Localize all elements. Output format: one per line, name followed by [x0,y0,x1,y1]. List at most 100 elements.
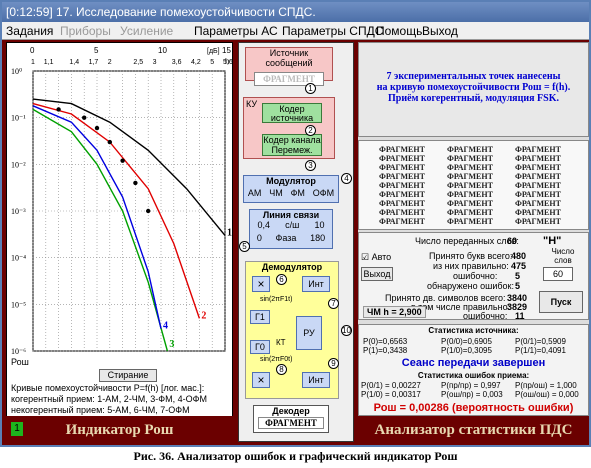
fragment-cell: ФРАГМЕНТ [379,208,425,217]
clear-button[interactable]: Стирание [99,369,157,382]
words-count-select[interactable]: 60 [543,267,573,281]
error-probability-plot: 10⁰ 10⁻¹ 10⁻² 10⁻³ 10⁻⁴ 10⁻⁵ 10⁻⁶ 0 5 10 15 [дБ] 1 1,… [6,42,233,426]
decoder-fragment[interactable]: ФРАГМЕНТ [258,417,324,429]
auto-label: Авто [371,252,392,262]
channel-coder[interactable]: Кодер канала Перемеж. [262,134,322,156]
p0: P(0)=0,6563 [363,337,408,346]
enpr: P(пр/пр) = 0,997 [441,381,501,390]
chart-svg: 10⁰10⁻¹10⁻²10⁻³10⁻⁴10⁻⁵10⁻⁶0 5 10 15[дБ]1 1,… [11,46,233,356]
mod-chm[interactable]: ЧМ [269,188,283,198]
detected: 5 [515,281,521,291]
menu-bar: Задания Приборы Усиление Параметры АС Па… [2,22,589,40]
db-tick-label: 5 [94,46,99,55]
node-1: 1 [305,83,316,94]
db-tick-label: 0 [30,46,35,55]
fragment-cell: ФРАГМЕНТ [379,145,425,154]
menu-as-params[interactable]: Параметры АС [194,22,278,40]
transmission-chain: Источник сообщений ФРАГМЕНТ 1 КУ Кодер и… [238,42,354,442]
h-unit-label: h [225,57,229,66]
gen-g0[interactable]: Г0 [250,340,270,354]
line-title: Линия связи [262,210,320,220]
window-title: [0:12:59] 17. Исследование помехоустойчи… [2,2,589,22]
menu-gain[interactable]: Усиление [120,22,173,40]
y-tick-label: 10⁻² [11,160,26,169]
start-button[interactable]: Пуск [539,291,583,313]
mod-fm[interactable]: ФМ [291,188,305,198]
p00: P(0/0)=0,6905 [441,337,492,346]
fragments-panel: ФРАГМЕНТ ФРАГМЕНТ ФРАГМЕНТ ФРАГМЕНТ ФРАГМЕНТ… [358,140,589,230]
data-point [146,208,151,214]
integrator-2[interactable]: Инт [302,372,330,388]
curve-label-3: 3 [169,339,174,350]
auto-checkbox[interactable]: ☑ Авто [361,252,391,263]
menu-help[interactable]: Помощь [376,22,422,40]
fragment-cell: ФРАГМЕНТ [379,199,425,208]
node-6: 6 [276,274,287,285]
menu-tasks[interactable]: Задания [6,22,53,40]
fragment-cell: ФРАГМЕНТ [447,154,493,163]
words-sent-label: Число переданных слов: [415,236,519,246]
figure-caption: Рис. 36. Анализатор ошибок и графический… [133,449,458,463]
data-point [107,139,113,145]
words-panel: Число переданных слов: 60 "H" Число слов… [358,232,589,321]
fragment-cell: ФРАГМЕНТ [515,190,561,199]
source-stats-title: Статистика источника: [428,326,519,335]
decoder-block: Декодер ФРАГМЕНТ [253,405,329,433]
y-tick-label: 10⁻³ [11,207,26,216]
multiplier-1-icon: × [252,276,270,292]
e01: P(0/1) = 0,00227 [361,381,421,390]
phase-a[interactable]: 0 [257,233,262,243]
demodulator-block: Демодулятор × 6 Инт sin(2πF1t) Г1 Г0 РУ … [245,261,339,399]
p10: P(1/0)=0,3095 [441,346,492,355]
received: 480 [511,251,527,261]
fragment-cell: ФРАГМЕНТ [379,172,425,181]
plot-desc-2: когерентный прием: 1-АМ, 2-ЧМ, 3-ФМ, 4-О… [11,394,207,404]
menu-spds-params[interactable]: Параметры СПДС [282,22,383,40]
db-tick-label: 10 [158,46,167,55]
menu-exit[interactable]: Выход [422,22,458,40]
h-tick-label: 1,4 [69,59,79,66]
mod-am[interactable]: АМ [248,188,262,198]
db-tick-label: 15 [222,46,231,55]
fragment-cell: ФРАГМЕНТ [515,145,561,154]
menu-devices[interactable]: Приборы [60,22,111,40]
correct-label: из них правильно: [433,261,509,271]
node-4: 4 [341,173,352,184]
app-window: [0:12:59] 17. Исследование помехоустойчи… [0,0,591,447]
integrator-1[interactable]: Инт [302,276,330,292]
curve-label-1: 1 [227,227,232,238]
multiplier-2-icon: × [252,372,270,388]
y-tick-label: 10⁻⁵ [11,300,26,309]
source-title: Источник сообщений [265,48,313,68]
mod-ofm[interactable]: ОФМ [313,188,334,198]
bits-err-label: ошибочно: [463,311,508,321]
decision-ru[interactable]: РУ [296,316,322,350]
line-cw: с/ш [285,220,300,230]
data-point [133,180,138,186]
fragment-cell: ФРАГМЕНТ [447,145,493,154]
h-tick-label: 3 [153,59,157,66]
curve-4 [32,105,162,329]
fragment-cell: ФРАГМЕНТ [515,217,561,226]
exit-button[interactable]: Выход [361,267,393,281]
data-point [82,115,87,120]
h-tick-label: 1 [31,59,35,66]
fragment-cell: ФРАГМЕНТ [447,163,493,172]
line-block: Линия связи 0,4 с/ш 10 0 Фаза 180 [249,209,333,249]
plot-desc-3: некогерентный прием: 5-АМ, 6-ЧМ, 7-ОФМ [11,405,190,415]
received-label: Принято букв всего: [429,251,513,261]
words-count-label: Число слов [551,247,575,265]
eosh: P(ош/пр) = 0,003 [441,390,503,399]
phase-b[interactable]: 180 [310,233,325,243]
source-coder[interactable]: Кодер источника [262,103,322,123]
node-10: 10 [341,325,352,336]
h-tick-label: 1,7 [89,59,99,66]
line-b[interactable]: 10 [314,220,324,230]
chm-h-label: ЧМ h = 2,900 [363,306,426,318]
gen-g1[interactable]: Г1 [250,310,270,324]
h-tick-label: 5 [210,59,214,66]
fragment-cell: ФРАГМЕНТ [447,217,493,226]
h-tick-label: 2,5 [133,59,143,66]
fragment-cell: ФРАГМЕНТ [515,163,561,172]
line-a[interactable]: 0,4 [258,220,271,230]
